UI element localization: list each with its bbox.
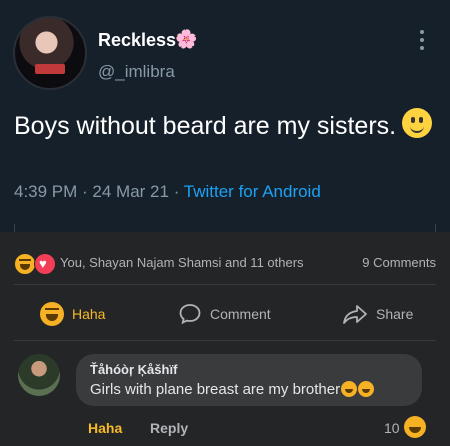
divider (14, 340, 436, 341)
share-label: Share (376, 306, 414, 322)
laughing-emoji-icon (341, 381, 358, 397)
smiley-emoji-icon (402, 108, 433, 138)
commenter-avatar[interactable] (18, 354, 60, 396)
tweet-text: Boys without beard are my sisters. (14, 108, 434, 144)
share-icon (343, 305, 367, 324)
haha-button[interactable]: Haha (40, 296, 105, 332)
tweet-source-link[interactable]: Twitter for Android (184, 182, 321, 201)
author-handle[interactable]: @_imlibra (98, 62, 175, 82)
comment-label: Comment (210, 306, 271, 322)
comment-haha-button[interactable]: Haha (88, 420, 122, 436)
comment-reaction-count[interactable]: 10 (384, 420, 400, 436)
comment-text: Girls with plane breast are my brother (90, 381, 375, 398)
haha-reaction-icon (14, 253, 36, 275)
reactions-summary[interactable]: You, Shayan Najam Shamsi and 11 others (60, 255, 304, 270)
comment-button[interactable]: Comment (178, 296, 271, 332)
tweet-card: Reckless 🌸 @_imlibra Boys without beard … (0, 0, 450, 233)
haha-label: Haha (72, 306, 106, 322)
divider (14, 284, 436, 285)
facebook-post-footer: ♥ You, Shayan Najam Shamsi and 11 others… (0, 232, 450, 446)
avatar-badge (35, 64, 65, 74)
tweet-meta: 4:39 PM · 24 Mar 21 · Twitter for Androi… (14, 182, 321, 201)
comments-count[interactable]: 9 Comments (362, 255, 436, 270)
tweet-date: 24 Mar 21 (92, 182, 169, 201)
comment-haha-reaction-icon (404, 416, 426, 438)
flower-emoji-icon: 🌸 (175, 29, 198, 49)
comment-icon (179, 304, 201, 325)
laughing-emoji-icon (358, 381, 375, 397)
love-reaction-icon: ♥ (34, 253, 56, 275)
haha-icon (40, 302, 64, 326)
comment-reply-button[interactable]: Reply (150, 420, 188, 436)
share-button[interactable]: Share (342, 296, 413, 332)
comment-bubble[interactable]: Ťåhóòŗ Ķåšhïf Girls with plane breast ar… (76, 354, 422, 406)
author-name[interactable]: Reckless (98, 30, 176, 51)
more-options-icon[interactable] (420, 30, 426, 54)
comment-actions: Haha Reply (88, 420, 188, 436)
author-avatar[interactable] (13, 16, 87, 90)
tweet-time: 4:39 PM (14, 182, 78, 201)
commenter-name[interactable]: Ťåhóòŗ Ķåšhïf (90, 362, 177, 377)
